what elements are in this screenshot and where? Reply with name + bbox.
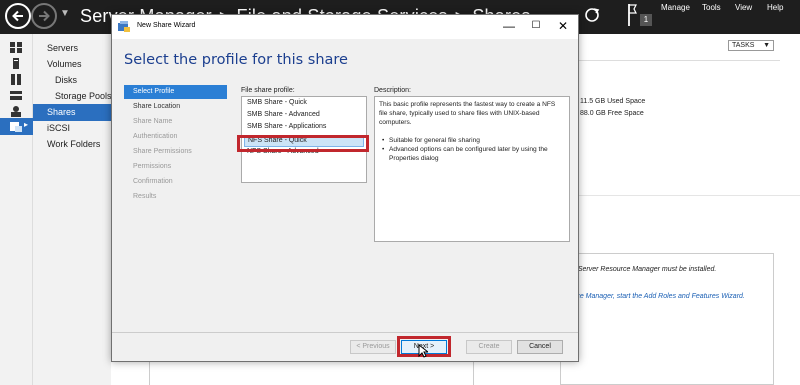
step-authentication: Authentication — [133, 133, 178, 140]
wizard-heading: Select the profile for this share — [124, 52, 348, 68]
volume-panel — [578, 60, 780, 190]
back-button[interactable] — [5, 3, 31, 29]
menu-view[interactable]: View — [735, 3, 752, 12]
section-divider — [578, 195, 800, 196]
step-select-profile[interactable]: Select Profile — [124, 85, 227, 99]
description-bullets: Suitable for general file sharing Advanc… — [379, 136, 565, 163]
forward-button[interactable] — [31, 3, 57, 29]
notifications-flag-icon[interactable] — [627, 2, 639, 28]
history-dropdown-icon[interactable]: ▼ — [60, 8, 70, 19]
maximize-button[interactable]: ☐ — [521, 17, 551, 35]
step-share-permissions: Share Permissions — [133, 148, 192, 155]
close-button[interactable]: ✕ — [548, 17, 578, 35]
refresh-icon[interactable] — [584, 7, 600, 23]
nav-item-volumes[interactable]: Volumes — [47, 59, 82, 69]
step-permissions: Permissions — [133, 163, 172, 170]
tasks-dropdown[interactable]: TASKS ▼ — [728, 40, 774, 51]
file-storage-icon[interactable] — [10, 90, 22, 101]
step-share-location[interactable]: Share Location — [124, 103, 227, 110]
selection-highlight-box — [237, 135, 369, 152]
step-results: Results — [133, 193, 157, 200]
step-confirmation: Confirmation — [133, 178, 173, 185]
nav-item-shares[interactable]: Shares — [33, 104, 111, 121]
nav-item-disks[interactable]: Disks — [55, 75, 77, 85]
new-share-wizard-dialog: New Share Wizard — ☐ ✕ Select the profil… — [111, 14, 579, 362]
iis-icon[interactable] — [10, 106, 22, 117]
menu-manage[interactable]: Manage — [661, 3, 690, 12]
file-share-profile-label: File share profile: — [241, 87, 295, 94]
arrow-left-icon — [12, 10, 23, 22]
description-bullet: Suitable for general file sharing — [379, 136, 565, 145]
previous-button[interactable]: < Previous — [350, 340, 396, 354]
mouse-cursor-icon — [418, 344, 428, 358]
cancel-button[interactable]: Cancel — [517, 340, 563, 354]
step-share-name: Share Name — [133, 118, 173, 125]
navigation-pane: Servers Volumes Disks Storage Pools Shar… — [33, 34, 112, 385]
add-roles-link[interactable]: rce Manager, start the Add Roles and Fea… — [574, 293, 745, 300]
profile-smb-applications[interactable]: SMB Share - Applications — [244, 123, 326, 130]
description-box: This basic profile represents the fastes… — [374, 96, 570, 242]
nav-item-work-folders[interactable]: Work Folders — [47, 139, 100, 149]
dashboard-icon[interactable] — [10, 42, 22, 53]
footer-divider — [112, 332, 578, 333]
share-wizard-icon — [118, 21, 130, 32]
shares-icon[interactable] — [10, 121, 22, 132]
profile-smb-advanced[interactable]: SMB Share - Advanced — [244, 111, 320, 118]
free-space-text: 88.0 GB Free Space — [580, 110, 644, 117]
icon-rail: ▸ — [0, 34, 33, 385]
fsrm-required-note: e Server Resource Manager must be instal… — [572, 266, 717, 273]
all-servers-icon[interactable] — [10, 74, 22, 85]
chevron-down-icon: ▼ — [763, 42, 770, 49]
wizard-titlebar: New Share Wizard — ☐ ✕ — [112, 15, 578, 39]
nav-item-servers[interactable]: Servers — [47, 43, 78, 53]
notification-count-badge: 1 — [640, 14, 652, 26]
used-space-text: 11.5 GB Used Space — [580, 98, 646, 105]
expand-arrow-icon[interactable]: ▸ — [24, 120, 28, 129]
minimize-button[interactable]: — — [494, 17, 524, 35]
profile-smb-quick[interactable]: SMB Share - Quick — [244, 99, 307, 106]
description-bullet: Advanced options can be configured later… — [379, 145, 565, 163]
menu-help[interactable]: Help — [767, 3, 783, 12]
menu-tools[interactable]: Tools — [702, 3, 721, 12]
create-button[interactable]: Create — [466, 340, 512, 354]
description-label: Description: — [374, 87, 411, 94]
description-text: This basic profile represents the fastes… — [379, 101, 556, 126]
arrow-right-icon — [39, 10, 50, 22]
wizard-title: New Share Wizard — [137, 22, 196, 29]
local-server-icon[interactable] — [10, 58, 22, 69]
tasks-label: TASKS — [732, 42, 755, 49]
nav-item-iscsi[interactable]: iSCSI — [47, 123, 70, 133]
nav-item-storage-pools[interactable]: Storage Pools — [55, 91, 112, 101]
